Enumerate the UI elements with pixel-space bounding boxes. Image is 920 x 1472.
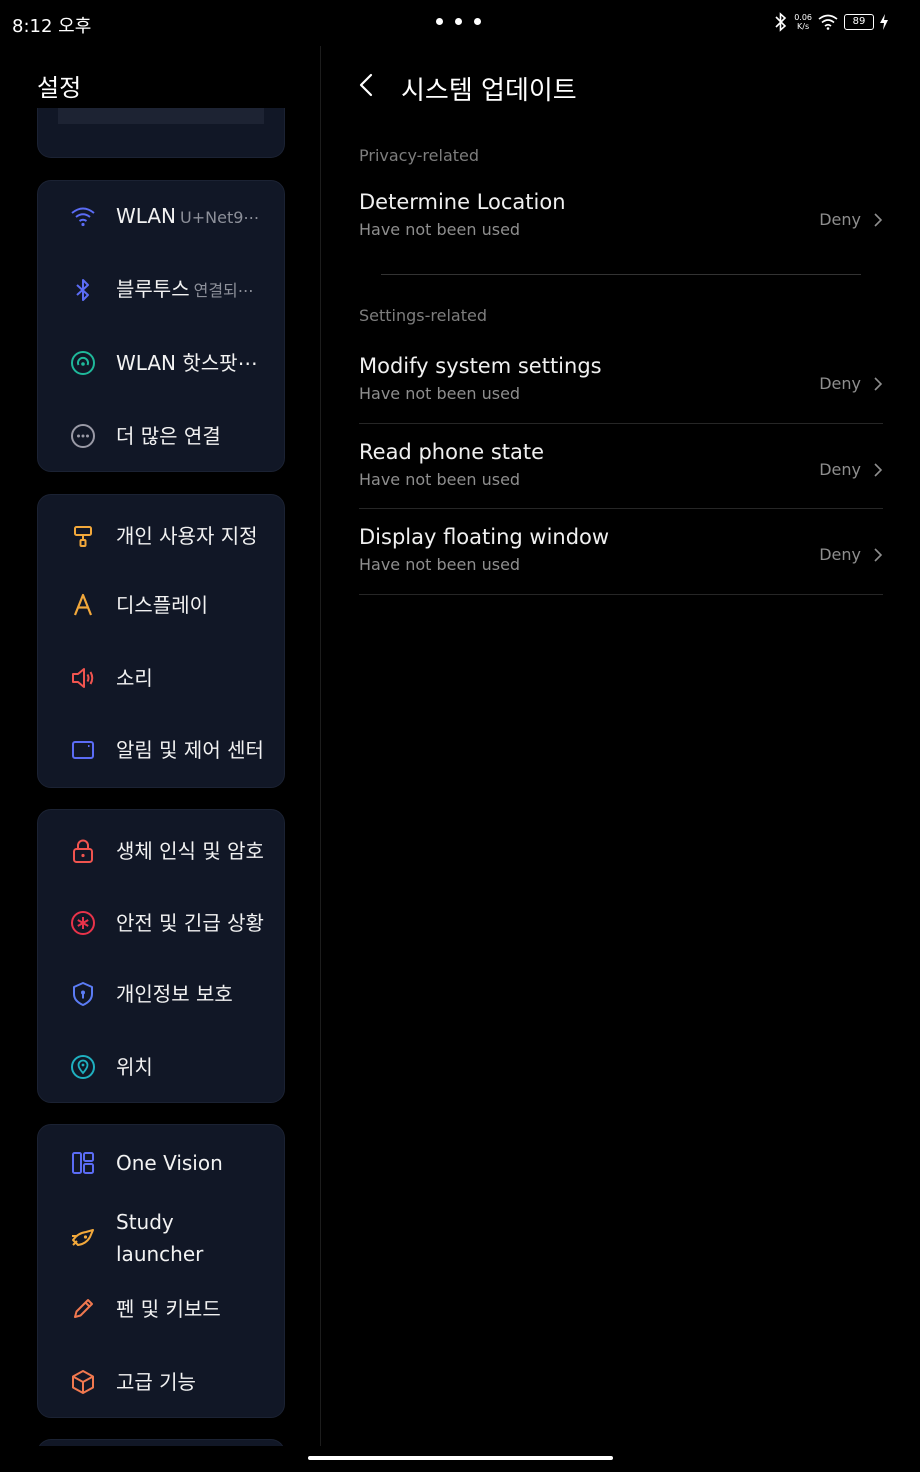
sidebar-item-privacy[interactable]: 개인정보 보호 — [38, 964, 286, 1024]
search-bar-partial[interactable] — [58, 108, 264, 124]
sidebar-group-connections: WLAN U+Net9⋯ 블루투스 연결되⋯ WLAN 핫스팟⋯ 더 많은 연결 — [37, 180, 285, 472]
sidebar-group-security: 생체 인식 및 암호 안전 및 긴급 상황 개인정보 보호 위치 — [37, 809, 285, 1103]
notification-icon — [68, 735, 98, 765]
permission-value: Deny — [819, 210, 861, 229]
sidebar-item-location[interactable]: 위치 — [38, 1037, 286, 1097]
emergency-icon — [68, 908, 98, 938]
detail-pane: 시스템 업데이트 Privacy-related Determine Locat… — [321, 46, 920, 1446]
sidebar-title: 설정 — [37, 74, 82, 102]
multitask-dots[interactable] — [436, 18, 481, 25]
sidebar-item-pen-keyboard[interactable]: 펜 및 키보드 — [38, 1279, 286, 1339]
permission-row-read-phone-state[interactable]: Read phone state Have not been used Deny — [359, 426, 883, 510]
sidebar-item-more-connections[interactable]: 더 많은 연결 — [38, 406, 286, 466]
home-indicator[interactable] — [308, 1456, 613, 1460]
row-divider — [359, 508, 883, 509]
rocket-icon — [68, 1223, 98, 1253]
permission-value: Deny — [819, 460, 861, 479]
chevron-right-icon — [874, 377, 883, 391]
sidebar-item-notification-center[interactable]: 알림 및 제어 센터 — [38, 715, 286, 785]
permission-value: Deny — [819, 374, 861, 393]
bluetooth-icon — [775, 12, 787, 32]
permission-row-modify-settings[interactable]: Modify system settings Have not been use… — [359, 340, 883, 424]
cube-icon — [68, 1367, 98, 1397]
section-divider — [381, 274, 861, 275]
sidebar-item-wlan[interactable]: WLAN U+Net9⋯ — [38, 187, 286, 247]
grid-icon — [68, 1148, 98, 1178]
sidebar-group-personalization: 개인 사용자 지정 디스플레이 소리 알림 및 제어 센터 — [37, 494, 285, 788]
charging-icon — [880, 14, 888, 30]
wifi-icon — [68, 202, 98, 232]
bluetooth-status: 연결되⋯ — [193, 281, 254, 300]
sidebar-card-partial — [37, 108, 285, 158]
sidebar-group-features: One Vision Study launcher 펜 및 키보드 고급 기능 — [37, 1124, 285, 1418]
section-header-privacy: Privacy-related — [359, 146, 480, 165]
permission-row-location[interactable]: Determine Location Have not been used De… — [359, 176, 883, 260]
sidebar-item-personalization[interactable]: 개인 사용자 지정 — [38, 501, 286, 571]
pen-icon — [68, 1294, 98, 1324]
sidebar-item-display[interactable]: 디스플레이 — [38, 575, 286, 635]
bluetooth-icon — [68, 275, 98, 305]
battery-icon: 89 — [844, 14, 874, 30]
display-icon — [68, 590, 98, 620]
chevron-right-icon — [874, 548, 883, 562]
sidebar-item-study-launcher[interactable]: Study launcher — [38, 1203, 286, 1273]
sidebar-card-partial-bottom — [37, 1439, 285, 1446]
sidebar-item-sound[interactable]: 소리 — [38, 648, 286, 708]
paint-roller-icon — [68, 521, 98, 551]
sidebar-item-one-vision[interactable]: One Vision — [38, 1133, 286, 1193]
status-icons: 0.06 K/s 89 — [774, 12, 888, 32]
back-button[interactable] — [355, 72, 379, 98]
section-header-settings: Settings-related — [359, 306, 487, 325]
permission-row-floating-window[interactable]: Display floating window Have not been us… — [359, 511, 883, 595]
settings-sidebar: 설정 WLAN U+Net9⋯ 블루투스 연결되⋯ WLAN 핫스팟⋯ 더 많은… — [0, 46, 320, 1446]
location-icon — [68, 1052, 98, 1082]
back-arrow-icon — [359, 73, 373, 97]
hotspot-icon — [68, 348, 98, 378]
shield-icon — [68, 979, 98, 1009]
wifi-icon — [818, 14, 838, 30]
sidebar-item-advanced-features[interactable]: 고급 기능 — [38, 1352, 286, 1412]
page-title: 시스템 업데이트 — [401, 76, 577, 106]
wlan-network-name: U+Net9⋯ — [180, 208, 260, 227]
sidebar-item-bluetooth[interactable]: 블루투스 연결되⋯ — [38, 260, 286, 320]
row-divider — [359, 423, 883, 424]
speaker-icon — [68, 663, 98, 693]
lock-icon — [68, 836, 98, 866]
net-speed: 0.06 K/s — [794, 13, 812, 31]
status-time: 8:12 오후 — [12, 16, 92, 37]
chevron-right-icon — [874, 463, 883, 477]
permission-value: Deny — [819, 545, 861, 564]
row-divider — [359, 594, 883, 595]
more-icon — [68, 421, 98, 451]
sidebar-item-biometrics[interactable]: 생체 인식 및 암호 — [38, 816, 286, 886]
status-bar: 8:12 오후 0.06 K/s 89 — [0, 0, 920, 46]
chevron-right-icon — [874, 213, 883, 227]
sidebar-item-hotspot[interactable]: WLAN 핫스팟⋯ — [38, 333, 286, 393]
sidebar-item-emergency[interactable]: 안전 및 긴급 상황 — [38, 888, 286, 958]
